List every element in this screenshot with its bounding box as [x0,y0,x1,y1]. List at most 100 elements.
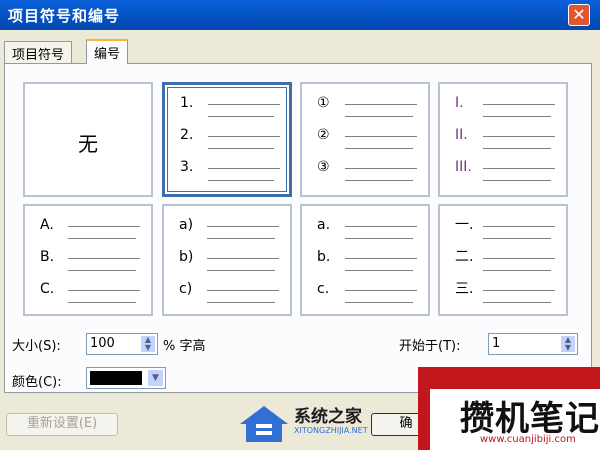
numbering-row: A. [40,216,140,238]
numbering-row: C. [40,280,140,302]
numbering-marker: 一. [455,217,474,233]
numbering-row: b. [317,248,417,270]
numbering-marker: ③ [317,159,330,175]
numbering-row: B. [40,248,140,270]
numbering-marker: C. [40,281,55,297]
numbering-row: c) [179,280,279,302]
tab-numbering[interactable]: 编号 [86,39,129,64]
text-placeholder-line [345,104,417,105]
numbering-row: I. [455,94,555,116]
text-placeholder-line [483,136,555,137]
close-button[interactable]: ✕ [568,4,590,26]
text-placeholder-line [208,136,280,137]
spin-arrows-icon[interactable]: ▲ ▼ [560,335,576,353]
text-placeholder-line [345,270,413,271]
numbering-marker: 二. [455,249,474,265]
watermark-left: 系统之家 XITONGZHIJIA.NET [236,398,406,450]
text-placeholder-line [483,238,551,239]
numbering-row: 二. [455,248,555,270]
numbering-marker: 3. [180,159,194,175]
color-label: 颜色(C): [12,375,62,390]
reset-button[interactable]: 重新设置(E) [6,413,118,436]
numbering-marker: b. [317,249,331,265]
size-stepper[interactable]: 100 ▲ ▼ [86,333,158,355]
text-placeholder-line [68,290,140,291]
chevron-down-icon[interactable]: ▼ [147,369,164,387]
text-placeholder-line [345,116,413,117]
numbering-marker: III. [455,159,472,175]
text-placeholder-line [483,226,555,227]
numbering-tile-circled[interactable]: ① ② ③ [300,82,430,197]
text-placeholder-line [208,180,274,181]
color-swatch [90,371,142,385]
none-label: 无 [78,132,98,156]
text-placeholder-line [483,270,551,271]
start-at-stepper[interactable]: 1 ▲ ▼ [488,333,578,355]
text-placeholder-line [207,258,279,259]
text-placeholder-line [483,148,551,149]
numbering-row: 一. [455,216,555,238]
numbering-row: ③ [317,158,417,180]
text-placeholder-line [345,302,413,303]
numbering-row: b) [179,248,279,270]
numbering-row: 3. [180,158,280,180]
text-placeholder-line [207,270,275,271]
numbering-row: II. [455,126,555,148]
numbering-row: ② [317,126,417,148]
spin-arrows-icon[interactable]: ▲ ▼ [140,335,156,353]
numbering-marker: 三. [455,281,474,297]
text-placeholder-line [345,258,417,259]
numbering-marker: A. [40,217,54,233]
text-placeholder-line [345,238,413,239]
tab-bullets-label: 项目符号 [12,48,65,63]
numbering-tile-chinese[interactable]: 一. 二. 三. [438,204,568,316]
numbering-row: 2. [180,126,280,148]
text-placeholder-line [68,302,136,303]
text-placeholder-line [208,168,280,169]
text-placeholder-line [207,226,279,227]
numbering-marker: 1. [180,95,194,111]
text-placeholder-line [207,290,279,291]
start-at-label: 开始于(T): [399,339,461,354]
numbering-marker: a) [179,217,194,233]
color-dropdown[interactable]: ▼ [86,367,166,389]
numbering-row: 1. [180,94,280,116]
window-title: 项目符号和编号 [8,7,121,25]
watermark-left-text: 系统之家 [294,407,362,427]
reset-button-label: 重新设置(E) [26,416,98,431]
numbering-tile-lower-alpha[interactable]: a. b. c. [300,204,430,316]
house-logo-icon [240,406,288,442]
numbering-marker: a. [317,217,331,233]
size-value: 100 [90,336,115,351]
text-placeholder-line [345,290,417,291]
text-placeholder-line [483,116,551,117]
numbering-row: a) [179,216,279,238]
text-placeholder-line [345,168,417,169]
tab-bullets[interactable]: 项目符号 [4,41,73,63]
text-placeholder-line [483,258,555,259]
numbering-tile-upper-alpha[interactable]: A. B. C. [23,204,153,316]
start-at-value: 1 [492,336,501,351]
size-label: 大小(S): [12,339,61,354]
watermark-right-sub: www.cuanjibiji.com [480,434,576,445]
numbering-marker: B. [40,249,55,265]
text-placeholder-line [345,180,413,181]
text-placeholder-line [208,104,280,105]
text-placeholder-line [68,226,140,227]
numbering-row: a. [317,216,417,238]
tab-numbering-label: 编号 [94,47,121,62]
text-placeholder-line [483,168,555,169]
text-placeholder-line [345,226,417,227]
numbering-tile-alpha-paren[interactable]: a) b) c) [162,204,292,316]
text-placeholder-line [345,136,417,137]
text-placeholder-line [207,302,275,303]
title-bar: 项目符号和编号 ✕ [0,0,600,30]
numbering-tile-decimal[interactable]: 1. 2. 3. [162,82,292,197]
watermark-right: 攒机笔记 www.cuanjibiji.com [418,367,600,450]
numbering-marker: b) [179,249,194,265]
watermark-left-sub: XITONGZHIJIA.NET [294,426,368,435]
numbering-marker: ② [317,127,330,143]
numbering-tile-none[interactable]: 无 [23,82,153,197]
numbering-tile-roman[interactable]: I. II. III. [438,82,568,197]
numbering-row: c. [317,280,417,302]
